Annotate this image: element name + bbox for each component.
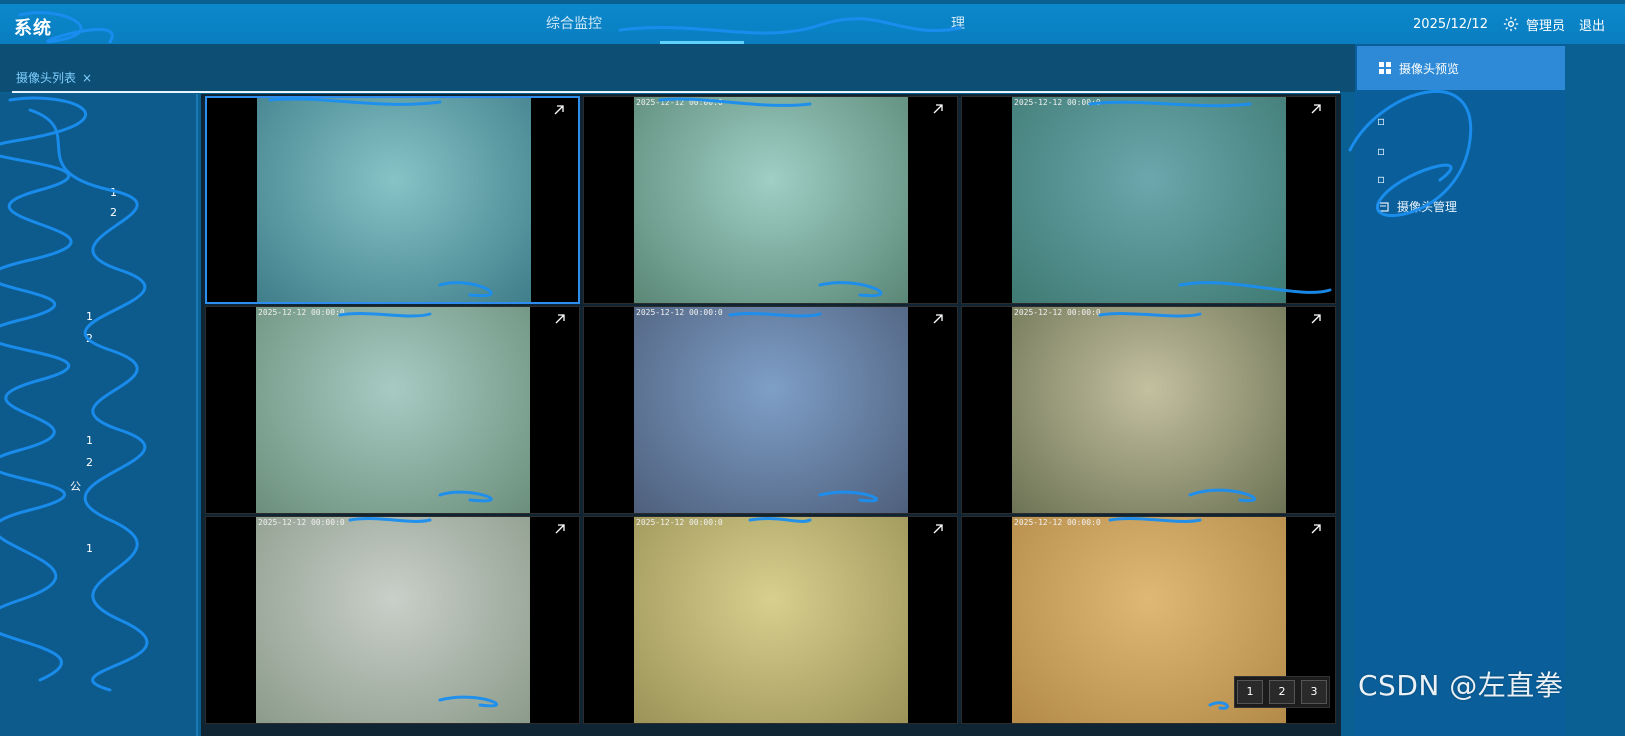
expand-icon[interactable] [1309, 522, 1323, 536]
tree-node[interactable]: 公 [70, 478, 81, 494]
settings-button[interactable]: 管理员 [1502, 15, 1565, 34]
camera-tile[interactable]: 2025-12-12 00:00:0 [205, 306, 580, 514]
tree-node[interactable]: 2 [110, 206, 117, 219]
close-icon[interactable]: × [82, 71, 92, 85]
expand-icon[interactable] [1309, 312, 1323, 326]
content-header: 摄像头列表 × [0, 44, 1355, 93]
nav-item-active[interactable] [660, 4, 744, 44]
sidebar-item[interactable]: ▫ [1377, 172, 1393, 186]
camera-feed [257, 98, 531, 302]
camera-tile[interactable]: 2025-12-12 00:00:0 [961, 306, 1336, 514]
camera-feed [634, 517, 908, 723]
settings-icon [1377, 201, 1389, 212]
camera-feed [256, 307, 530, 513]
camera-feed [1012, 97, 1286, 303]
logout-button[interactable]: 退出 [1579, 15, 1605, 34]
camera-timestamp: 2025-12-12 00:00:0 [636, 308, 723, 317]
top-bar: 系统 综合监控 理 2025/12/12 管理员 退出 [0, 4, 1625, 44]
tree-node[interactable]: 1 [110, 186, 117, 199]
video-grid: 2025-12-12 00:00:0 2025-12-12 00:00:0 20… [201, 94, 1341, 736]
sidebar-item-label: 摄像头预览 [1399, 61, 1460, 76]
camera-timestamp: 2025-12-12 00:00:0 [636, 518, 723, 527]
sidebar-item[interactable]: ▫ [1377, 114, 1393, 128]
tree-node[interactable]: 1 [86, 310, 93, 323]
gear-icon [1503, 16, 1519, 32]
camera-tile[interactable]: 2025-12-12 00:00:0 [583, 306, 958, 514]
expand-icon[interactable] [931, 522, 945, 536]
expand-icon[interactable] [1309, 102, 1323, 116]
camera-tree: 1 2 1 2 1 2 公 1 [0, 94, 198, 736]
tree-node[interactable]: 2 [86, 332, 93, 345]
camera-icon: ▫ [1377, 172, 1386, 186]
sidebar-item[interactable]: ▫ [1377, 144, 1393, 158]
camera-tile[interactable]: 2025-12-12 00:00:0 [583, 516, 958, 724]
tab-label: 摄像头列表 [16, 71, 77, 85]
date-display: 2025/12/12 [1413, 16, 1488, 32]
watermark: CSDN @左直拳 [1358, 669, 1564, 702]
tree-node[interactable]: 2 [86, 456, 93, 469]
camera-feed [256, 517, 530, 723]
camera-feed [634, 307, 908, 513]
page-button-3[interactable]: 3 [1301, 680, 1327, 704]
camera-timestamp: 2025-12-12 00:00:0 [258, 308, 345, 317]
camera-icon: ▫ [1377, 144, 1386, 158]
grid-icon [1379, 62, 1391, 74]
tree-node[interactable]: 1 [86, 434, 93, 447]
camera-tile[interactable]: 2025-12-12 00:00:0 [961, 96, 1336, 304]
camera-feed [634, 97, 908, 303]
camera-tile[interactable]: 2025-12-12 00:00:0 [205, 516, 580, 724]
page-button-1[interactable]: 1 [1237, 680, 1263, 704]
right-sidebar: 摄像头预览 ▫ ▫ ▫ 摄像头管理 [1355, 44, 1565, 736]
expand-icon[interactable] [553, 522, 567, 536]
camera-timestamp: 2025-12-12 00:00:0 [1014, 518, 1101, 527]
expand-icon[interactable] [931, 102, 945, 116]
expand-icon[interactable] [552, 103, 566, 117]
camera-icon: ▫ [1377, 114, 1386, 128]
tree-node[interactable]: 1 [86, 542, 93, 555]
pagination: 1 2 3 [1234, 676, 1330, 708]
camera-timestamp: 2025-12-12 00:00:0 [1014, 308, 1101, 317]
main-nav: 综合监控 理 [540, 4, 992, 44]
camera-timestamp: 2025-12-12 00:00:0 [1014, 98, 1101, 107]
tab-underline [12, 91, 1340, 93]
sidebar-item-label: 摄像头管理 [1397, 200, 1458, 214]
expand-icon[interactable] [931, 312, 945, 326]
user-name: 管理员 [1525, 18, 1565, 34]
nav-item-3[interactable] [796, 4, 864, 44]
nav-item-4[interactable]: 理 [924, 4, 992, 44]
page-button-2[interactable]: 2 [1269, 680, 1295, 704]
sidebar-item-camera-management[interactable]: 摄像头管理 [1377, 198, 1457, 215]
sidebar-item-camera-preview[interactable]: 摄像头预览 [1357, 46, 1565, 90]
expand-icon[interactable] [553, 312, 567, 326]
camera-timestamp: 2025-12-12 00:00:0 [258, 518, 345, 527]
header-actions: 2025/12/12 管理员 退出 [1413, 4, 1605, 44]
app-title: 系统 [14, 18, 52, 39]
camera-tile[interactable] [205, 96, 580, 304]
tab-camera-list[interactable]: 摄像头列表 × [16, 69, 92, 86]
app: 系统 综合监控 理 2025/12/12 管理员 退出 摄像头列表 × 1 2 … [0, 0, 1625, 736]
camera-feed [1012, 307, 1286, 513]
camera-timestamp: 2025-12-12 00:00:0 [636, 98, 723, 107]
camera-tile[interactable]: 2025-12-12 00:00:0 [583, 96, 958, 304]
nav-item-overview[interactable]: 综合监控 [540, 4, 608, 44]
